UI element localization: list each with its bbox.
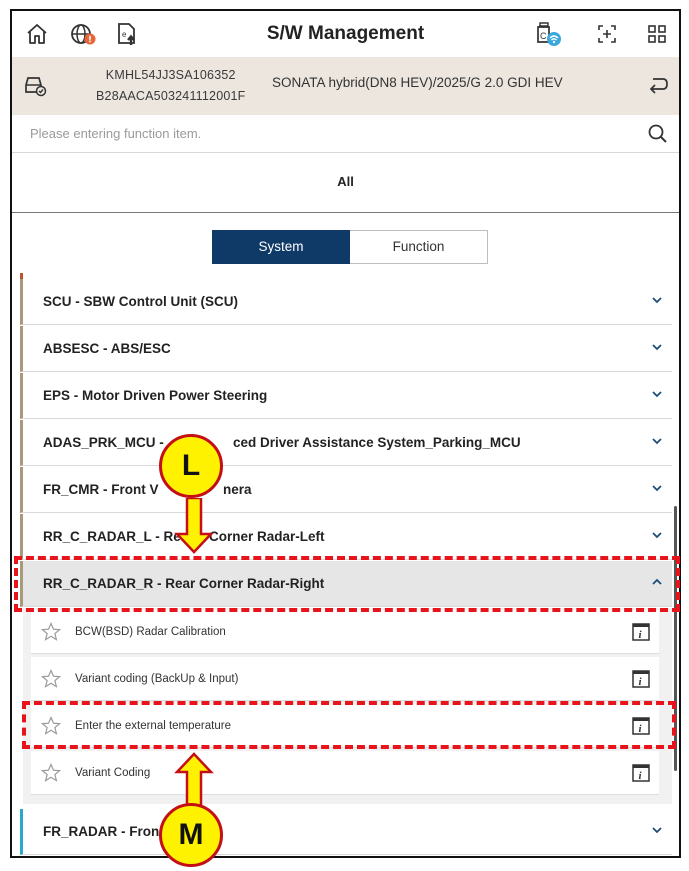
callout-m: M xyxy=(159,803,223,867)
search-bar[interactable]: Please entering function item. xyxy=(12,115,679,153)
tab-function[interactable]: Function xyxy=(350,230,488,264)
function-item[interactable]: Enter the external temperature i xyxy=(31,704,659,748)
system-label: ABSESC - ABS/ESC xyxy=(43,341,171,356)
star-icon[interactable] xyxy=(41,669,61,689)
vehicle-info-bar: KMHL54JJ3SA106352 B28AACA503241112001F S… xyxy=(12,57,679,115)
top-bar: S/W Management e C xyxy=(12,11,679,57)
chevron-up-icon[interactable] xyxy=(650,575,664,589)
system-label: ADAS_PRK_MCU - xyxy=(43,435,164,450)
chevron-down-icon[interactable] xyxy=(650,340,664,354)
tab-system[interactable]: System xyxy=(212,230,350,264)
svg-text:i: i xyxy=(639,676,643,688)
vin-number: KMHL54JJ3SA106352 xyxy=(105,68,236,82)
function-label: Enter the external temperature xyxy=(75,720,231,732)
system-list: SCU - SBW Control Unit (SCU) ABSESC - AB… xyxy=(20,273,676,856)
info-icon[interactable]: i xyxy=(631,763,651,783)
export-icon[interactable]: e xyxy=(112,19,142,49)
arrow-up-m xyxy=(174,752,214,808)
info-icon[interactable]: i xyxy=(631,622,651,642)
system-label-rest: ced Driver Assistance System_Parking_MCU xyxy=(233,435,521,450)
system-label: RR_C_RADAR_R - Rear Corner Radar-Right xyxy=(43,576,325,591)
svg-text:C: C xyxy=(540,31,547,41)
chevron-down-icon[interactable] xyxy=(650,823,664,837)
chevron-down-icon[interactable] xyxy=(650,434,664,448)
star-icon[interactable] xyxy=(41,716,61,736)
all-filter-bar[interactable]: All xyxy=(12,154,679,213)
search-icon[interactable] xyxy=(647,123,669,145)
return-icon[interactable] xyxy=(647,74,669,96)
list-item[interactable]: ADAS_PRK_MCU - ced Driver Assistance Sys… xyxy=(20,420,672,466)
all-filter-label[interactable]: All xyxy=(12,174,679,189)
function-label: BCW(BSD) Radar Calibration xyxy=(75,626,226,638)
vci-wifi-icon[interactable]: C xyxy=(534,19,564,49)
function-item[interactable]: Variant Coding i xyxy=(31,751,659,795)
svg-text:i: i xyxy=(639,723,643,735)
app-window: S/W Management e C KMHL54JJ3SA106352 B28… xyxy=(10,9,681,858)
system-label-rest: Corner Radar-Left xyxy=(209,529,325,544)
search-input[interactable]: Please entering function item. xyxy=(30,126,201,141)
scan-icon[interactable] xyxy=(592,19,622,49)
info-icon[interactable]: i xyxy=(631,669,651,689)
svg-text:i: i xyxy=(639,629,643,641)
arrow-down-l xyxy=(174,498,214,554)
system-label: FR_CMR - Front V xyxy=(43,482,159,497)
star-icon[interactable] xyxy=(41,763,61,783)
list-item-expanded[interactable]: RR_C_RADAR_R - Rear Corner Radar-Right xyxy=(20,561,672,607)
star-icon[interactable] xyxy=(41,622,61,642)
system-label: RR_C_RADAR_L - Re xyxy=(43,529,181,544)
scrollbar-thumb[interactable] xyxy=(674,506,677,771)
function-sublist: BCW(BSD) Radar Calibration i Variant cod… xyxy=(23,608,672,804)
car-check-icon xyxy=(22,73,48,97)
svg-text:e: e xyxy=(122,30,127,39)
vehicle-model: SONATA hybrid(DN8 HEV)/2025/G 2.0 GDI HE… xyxy=(272,75,563,90)
globe-alert-icon[interactable] xyxy=(68,19,98,49)
list-item[interactable]: RR_C_RADAR_L - Re Corner Radar-Left xyxy=(20,514,672,560)
function-item[interactable]: Variant coding (BackUp & Input) i xyxy=(31,657,659,701)
function-label: Variant Coding xyxy=(75,767,151,779)
chevron-down-icon[interactable] xyxy=(650,528,664,542)
list-item[interactable]: SCU - SBW Control Unit (SCU) xyxy=(20,279,672,325)
home-icon[interactable] xyxy=(22,19,52,49)
vin-block: KMHL54JJ3SA106352 B28AACA503241112001F xyxy=(96,65,245,107)
vehicle-code: B28AACA503241112001F xyxy=(96,89,246,103)
grid-icon[interactable] xyxy=(642,19,672,49)
function-label: Variant coding (BackUp & Input) xyxy=(75,673,239,685)
list-item[interactable]: ABSESC - ABS/ESC xyxy=(20,326,672,372)
function-item[interactable]: BCW(BSD) Radar Calibration i xyxy=(31,610,659,654)
chevron-down-icon[interactable] xyxy=(650,293,664,307)
system-label: FR_RADAR - Fron xyxy=(43,824,160,839)
svg-text:i: i xyxy=(639,770,643,782)
list-item[interactable]: FR_CMR - Front V nera xyxy=(20,467,672,513)
system-label-rest: nera xyxy=(223,482,252,497)
system-label: SCU - SBW Control Unit (SCU) xyxy=(43,294,238,309)
list-item[interactable]: FR_RADAR - Fron xyxy=(20,809,672,855)
segment-bar: System Function xyxy=(12,214,679,272)
chevron-down-icon[interactable] xyxy=(650,387,664,401)
list-item[interactable]: EPS - Motor Driven Power Steering xyxy=(20,373,672,419)
info-icon[interactable]: i xyxy=(631,716,651,736)
system-label: EPS - Motor Driven Power Steering xyxy=(43,388,268,403)
chevron-down-icon[interactable] xyxy=(650,481,664,495)
callout-l: L xyxy=(159,434,223,498)
